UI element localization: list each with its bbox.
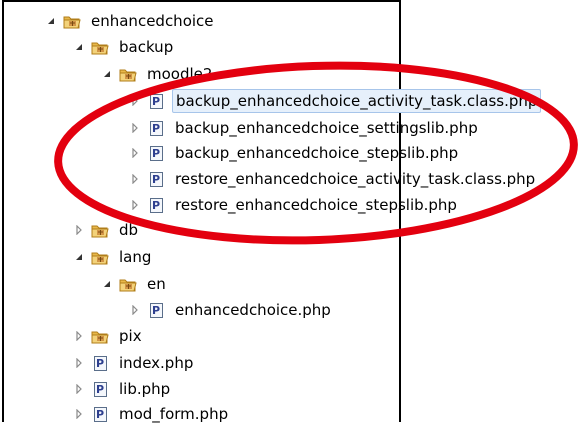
tree-item-package[interactable]: enhancedchoice bbox=[44, 9, 217, 33]
tree-item-label: db bbox=[119, 221, 139, 239]
php-letter: P bbox=[93, 406, 107, 422]
tree-item-label: restore_enhancedchoice_stepslib.php bbox=[175, 196, 457, 214]
package-folder-icon bbox=[91, 222, 109, 238]
collapsed-arrow-icon[interactable] bbox=[128, 198, 142, 212]
expanded-arrow-icon[interactable] bbox=[44, 14, 58, 28]
tree-item-label: enhancedchoice bbox=[91, 12, 214, 30]
tree-item-file[interactable]: Pindex.php bbox=[72, 351, 196, 375]
tree-item-file[interactable]: Prestore_enhancedchoice_stepslib.php bbox=[128, 193, 460, 217]
collapsed-arrow-icon[interactable] bbox=[72, 223, 86, 237]
php-file-icon: P bbox=[147, 93, 165, 109]
collapsed-arrow-icon[interactable] bbox=[128, 94, 142, 108]
tree-item-package[interactable]: pix bbox=[72, 324, 145, 348]
tree-item-file[interactable]: Pbackup_enhancedchoice_settingslib.php bbox=[128, 116, 481, 140]
package-folder-icon bbox=[119, 276, 137, 292]
expanded-arrow-icon[interactable] bbox=[100, 67, 114, 81]
tree-item-label: moodle2 bbox=[147, 65, 213, 83]
php-file-icon: P bbox=[147, 145, 165, 161]
php-file-icon: P bbox=[91, 381, 109, 397]
tree-item-file[interactable]: Pbackup_enhancedchoice_stepslib.php bbox=[128, 141, 461, 165]
package-folder-icon bbox=[91, 39, 109, 55]
panel-border-top bbox=[2, 0, 401, 2]
expanded-arrow-icon[interactable] bbox=[100, 277, 114, 291]
tree-item-label: restore_enhancedchoice_activity_task.cla… bbox=[175, 170, 536, 188]
tree-item-package[interactable]: db bbox=[72, 218, 141, 242]
php-letter: P bbox=[149, 93, 163, 109]
package-folder-icon bbox=[91, 328, 109, 344]
collapsed-arrow-icon[interactable] bbox=[72, 329, 86, 343]
tree-item-label: mod_form.php bbox=[119, 405, 229, 423]
php-letter: P bbox=[93, 381, 107, 397]
expanded-arrow-icon[interactable] bbox=[72, 40, 86, 54]
package-folder-icon bbox=[119, 66, 137, 82]
collapsed-arrow-icon[interactable] bbox=[128, 121, 142, 135]
tree-item-label: en bbox=[147, 275, 166, 293]
tree-item-file[interactable]: Pbackup_enhancedchoice_activity_task.cla… bbox=[128, 89, 542, 113]
php-file-icon: P bbox=[91, 355, 109, 371]
tree-item-label: index.php bbox=[119, 354, 194, 372]
php-file-icon: P bbox=[147, 120, 165, 136]
tree-item-package[interactable]: moodle2 bbox=[100, 62, 215, 86]
tree-item-label: backup_enhancedchoice_stepslib.php bbox=[175, 144, 459, 162]
tree-item-package[interactable]: backup bbox=[72, 35, 176, 59]
php-letter: P bbox=[149, 197, 163, 213]
tree-item-label: pix bbox=[119, 327, 142, 345]
tree-item-label: enhancedchoice.php bbox=[175, 301, 331, 319]
tree-item-label: lang bbox=[119, 248, 152, 266]
tree-item-label: backup_enhancedchoice_activity_task.clas… bbox=[172, 89, 542, 113]
php-letter: P bbox=[149, 120, 163, 136]
tree-item-label: backup bbox=[119, 38, 174, 56]
tree-item-label: backup_enhancedchoice_settingslib.php bbox=[175, 119, 478, 137]
tree-item-file[interactable]: Prestore_enhancedchoice_activity_task.cl… bbox=[128, 167, 538, 191]
collapsed-arrow-icon[interactable] bbox=[128, 303, 142, 317]
tree-item-label: lib.php bbox=[119, 380, 171, 398]
expanded-arrow-icon[interactable] bbox=[72, 250, 86, 264]
tree-item-package[interactable]: lang bbox=[72, 245, 154, 269]
collapsed-arrow-icon[interactable] bbox=[128, 172, 142, 186]
collapsed-arrow-icon[interactable] bbox=[128, 146, 142, 160]
package-folder-icon bbox=[63, 13, 81, 29]
php-letter: P bbox=[149, 171, 163, 187]
php-letter: P bbox=[93, 355, 107, 371]
tree-item-file[interactable]: Pmod_form.php bbox=[72, 402, 231, 426]
collapsed-arrow-icon[interactable] bbox=[72, 382, 86, 396]
collapsed-arrow-icon[interactable] bbox=[72, 407, 86, 421]
php-file-icon: P bbox=[147, 197, 165, 213]
php-letter: P bbox=[149, 145, 163, 161]
package-explorer-panel: enhancedchoice backup moodle2 Pbackup_enhan… bbox=[0, 0, 542, 423]
php-letter: P bbox=[149, 302, 163, 318]
panel-border-left bbox=[2, 0, 4, 422]
php-file-icon: P bbox=[147, 171, 165, 187]
tree-item-file[interactable]: Penhancedchoice.php bbox=[128, 298, 334, 322]
tree-item-file[interactable]: Plib.php bbox=[72, 377, 173, 401]
php-file-icon: P bbox=[91, 406, 109, 422]
php-file-icon: P bbox=[147, 302, 165, 318]
tree-item-package[interactable]: en bbox=[100, 272, 169, 296]
package-folder-icon bbox=[91, 249, 109, 265]
collapsed-arrow-icon[interactable] bbox=[72, 356, 86, 370]
